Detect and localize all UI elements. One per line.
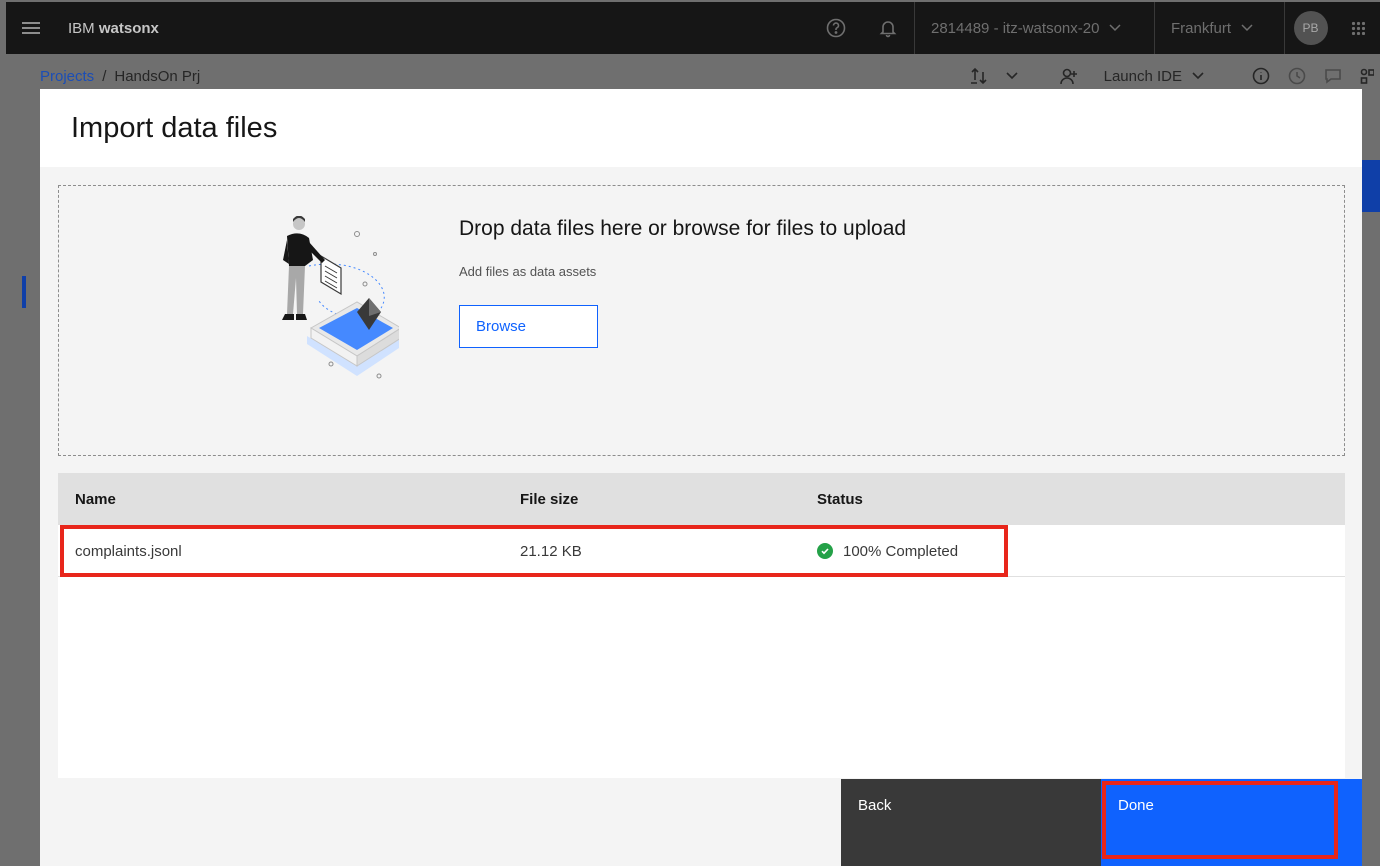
chevron-down-icon xyxy=(1241,24,1253,32)
launch-ide-button[interactable]: Launch IDE xyxy=(1104,68,1182,85)
dropzone-subtitle: Add files as data assets xyxy=(459,264,597,279)
breadcrumb: Projects / HandsOn Prj xyxy=(40,68,200,85)
hamburger-menu-icon[interactable] xyxy=(6,2,56,54)
table-header: Name File size Status xyxy=(58,473,1345,525)
modal-footer: Back Done xyxy=(40,779,1362,866)
uploaded-files-table: Name File size Status complaints.jsonl 2… xyxy=(58,473,1345,778)
modal-title: Import data files xyxy=(71,111,278,144)
column-header-name: Name xyxy=(75,490,116,508)
account-label: 2814489 - itz-watsonx-20 xyxy=(931,19,1100,37)
brand-name: watsonx xyxy=(98,19,159,37)
file-status-text: 100% Completed xyxy=(843,542,959,560)
column-header-file-size: File size xyxy=(520,490,579,508)
upload-illustration xyxy=(282,216,399,379)
modal-header: Import data files xyxy=(40,89,1362,167)
done-button[interactable]: Done xyxy=(1101,779,1362,866)
import-data-files-modal: Import data files Drop data files here o… xyxy=(40,89,1362,866)
brand-logo[interactable]: IBM watsonx xyxy=(68,20,159,37)
add-collaborator-icon[interactable] xyxy=(1059,67,1078,85)
file-name-cell: complaints.jsonl xyxy=(75,542,182,560)
account-selector[interactable]: 2814489 - itz-watsonx-20 xyxy=(914,2,1154,54)
info-icon[interactable] xyxy=(1252,67,1270,85)
breadcrumb-separator: / xyxy=(102,67,107,85)
upload-download-icon[interactable] xyxy=(970,67,988,85)
file-status-cell: 100% Completed xyxy=(817,525,958,577)
chevron-down-icon[interactable] xyxy=(1006,72,1018,80)
chevron-down-icon[interactable] xyxy=(1192,72,1204,80)
checkmark-success-icon xyxy=(817,543,833,559)
table-row: complaints.jsonl 21.12 KB 100% Completed xyxy=(58,525,1345,577)
background-accent xyxy=(1362,160,1380,212)
history-icon[interactable] xyxy=(1288,67,1306,85)
file-size-cell: 21.12 KB xyxy=(520,542,582,560)
region-selector[interactable]: Frankfurt xyxy=(1154,2,1284,54)
column-header-status: Status xyxy=(817,490,863,508)
file-dropzone[interactable]: Drop data files here or browse for files… xyxy=(58,185,1345,456)
avatar: PB xyxy=(1293,11,1328,45)
breadcrumb-current: HandsOn Prj xyxy=(114,67,201,85)
top-header: IBM watsonx 2814489 - itz-watsonx-20 Fra… xyxy=(6,2,1380,54)
dropzone-title: Drop data files here or browse for files… xyxy=(459,217,907,240)
background-nav-indicator xyxy=(22,276,26,308)
brand-prefix: IBM xyxy=(68,19,95,37)
browse-button[interactable]: Browse xyxy=(459,305,598,348)
help-icon[interactable] xyxy=(810,2,862,54)
chevron-down-icon xyxy=(1109,24,1121,32)
breadcrumb-projects-link[interactable]: Projects xyxy=(40,68,94,85)
region-label: Frankfurt xyxy=(1171,19,1232,37)
app-switcher-icon[interactable] xyxy=(1336,2,1380,54)
back-button[interactable]: Back xyxy=(841,779,1101,866)
notification-bell-icon[interactable] xyxy=(862,2,914,54)
comments-icon[interactable] xyxy=(1324,67,1342,85)
apps-icon[interactable] xyxy=(1360,67,1374,85)
user-menu[interactable]: PB xyxy=(1284,2,1336,54)
